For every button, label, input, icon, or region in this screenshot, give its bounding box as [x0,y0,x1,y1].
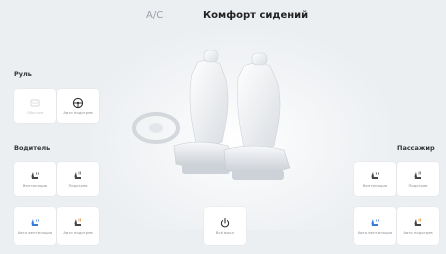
steering-wheel-icon [72,97,84,108]
steering-heat-label: Обогрев [26,109,44,115]
seats-illustration [132,50,291,180]
steering-auto-heat-label: Авто подогрев [63,109,93,115]
seat-auto-heat-icon [414,218,421,226]
power-icon [220,217,230,228]
passenger-auto-heat-label: Авто подогрев [403,229,433,235]
driver-ventilation-button[interactable]: Вентиляция [14,162,56,196]
driver-auto-ventilation-button[interactable]: Авто вентиляция [14,207,56,245]
seat-auto-heat-icon [74,218,81,226]
all-off-button[interactable]: Всё выкл [204,207,246,245]
seat-ventilation-icon [31,171,39,179]
driver-section-label: Водитель [14,144,51,152]
steering-heat-icon [30,99,40,107]
seat-heat-icon [74,171,81,179]
seat-heat-icon [414,171,421,179]
all-off-label: Всё выкл [215,229,235,235]
tab-seat-comfort[interactable]: Комфорт сидений [203,10,308,21]
passenger-auto-ventilation-button[interactable]: Авто вентиляция [354,207,396,245]
driver-auto-heat-button[interactable]: Авто подогрев [57,207,99,245]
driver-ventilation-label: Вентиляция [22,182,48,188]
seat-ventilation-icon [371,171,379,179]
seat-auto-ventilation-icon [31,218,39,226]
passenger-auto-heat-button[interactable]: Авто подогрев [397,207,439,245]
passenger-ventilation-label: Вентиляция [362,182,388,188]
passenger-heat-button[interactable]: Подогрев [397,162,439,196]
driver-heat-label: Подогрев [68,182,88,188]
driver-auto-ventilation-label: Авто вентиляция [17,229,53,235]
steering-section-label: Руль [14,70,32,78]
steering-heat-button[interactable]: Обогрев [14,89,56,123]
tab-ac[interactable]: A/C [146,10,163,21]
passenger-ventilation-button[interactable]: Вентиляция [354,162,396,196]
passenger-heat-label: Подогрев [408,182,428,188]
driver-heat-button[interactable]: Подогрев [57,162,99,196]
driver-auto-heat-label: Авто подогрев [63,229,93,235]
passenger-auto-ventilation-label: Авто вентиляция [357,229,393,235]
passenger-section-label: Пассажир [397,144,435,152]
seat-auto-ventilation-icon [371,218,379,226]
steering-auto-heat-button[interactable]: Авто подогрев [57,89,99,123]
